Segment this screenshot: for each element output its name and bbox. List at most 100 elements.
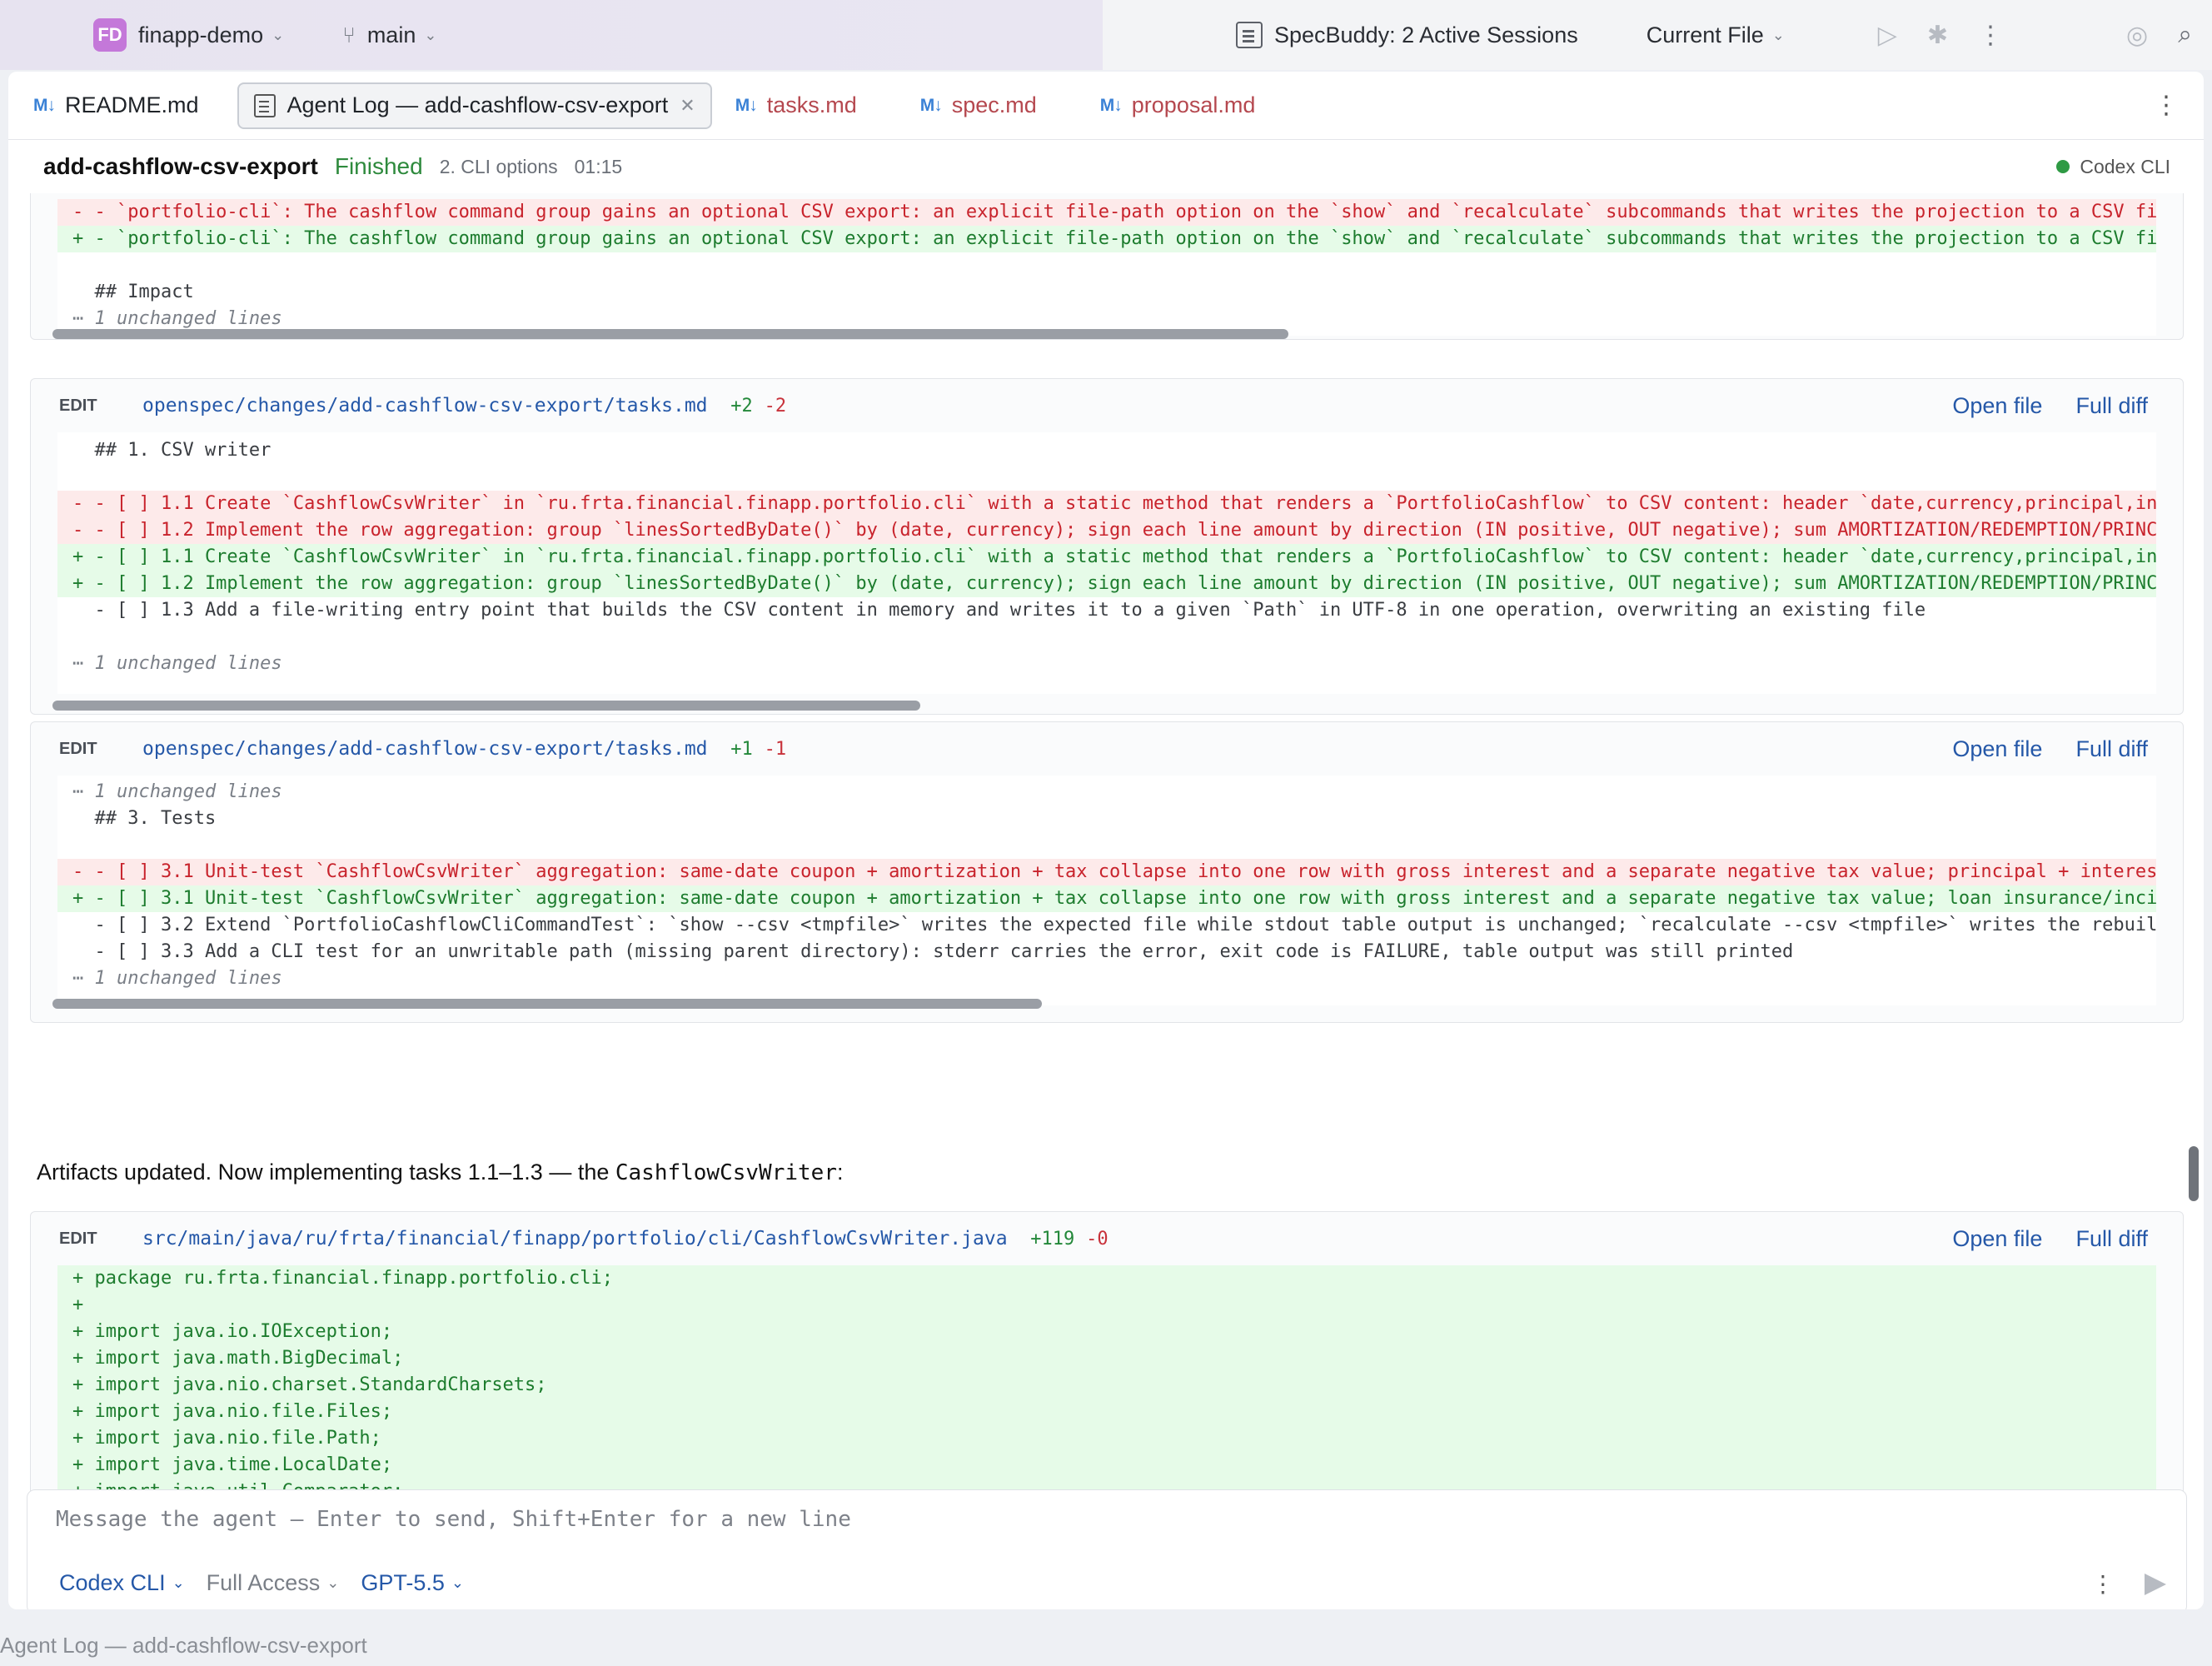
tab-tasks[interactable]: M↓ tasks.md <box>720 82 872 129</box>
chevron-down-icon: ⌄ <box>272 26 285 43</box>
horizontal-scrollbar[interactable] <box>52 329 1288 339</box>
file-path-link[interactable]: openspec/changes/add-cashflow-csv-export… <box>142 395 786 416</box>
agent-log-scroll[interactable]: - - `portfolio-cli`: The cashflow comman… <box>8 193 2204 1558</box>
unchanged-lines-fold[interactable]: ⋯ 1 unchanged lines <box>57 651 2156 677</box>
full-diff-button[interactable]: Full diff <box>2075 1226 2148 1252</box>
run-status: Finished <box>334 153 423 179</box>
tab-readme[interactable]: M↓ README.md <box>18 82 214 129</box>
diff-card-header: EDIT src/main/java/ru/frta/financial/fin… <box>31 1212 2183 1265</box>
open-file-button[interactable]: Open file <box>1952 736 2042 762</box>
open-file-button[interactable]: Open file <box>1952 393 2042 419</box>
message-text: Artifacts updated. Now implementing task… <box>37 1160 615 1185</box>
send-icon[interactable] <box>2145 1573 2166 1595</box>
diff-card-header: EDIT openspec/changes/add-cashflow-csv-e… <box>31 379 2183 432</box>
editor-panel: M↓ README.md Agent Log — add-cashflow-cs… <box>8 72 2204 1609</box>
composer-actions: ⋮ <box>2091 1570 2166 1598</box>
agent-select[interactable]: Codex CLI ⌄ <box>59 1570 185 1596</box>
agent-name: Codex CLI <box>2080 155 2170 177</box>
diff-line <box>57 624 2156 651</box>
run-icon[interactable]: ▷ <box>1878 21 1897 50</box>
run-elapsed: 01:15 <box>574 155 623 177</box>
chevron-down-icon: ⌄ <box>1771 26 1785 43</box>
removed-count: -0 <box>1086 1229 1108 1250</box>
title-bar: FD finapp-demo ⌄ ⑂ main ⌄ SpecBuddy: 2 A… <box>0 0 2212 70</box>
diff-line: + - `portfolio-cli`: The cashflow comman… <box>57 226 2156 252</box>
file-path-link[interactable]: src/main/java/ru/frta/financial/finapp/p… <box>142 1228 1108 1250</box>
run-config-select[interactable]: Current File <box>1647 22 1764 48</box>
tab-label: Agent Log — add-cashflow-csv-export <box>286 92 669 117</box>
open-file-button[interactable]: Open file <box>1952 1226 2042 1252</box>
tabs-more-icon[interactable]: ⋮ <box>2154 91 2179 120</box>
ai-assistant-icon[interactable]: ◎ <box>2126 21 2148 50</box>
tab-spec[interactable]: M↓ spec.md <box>905 82 1052 129</box>
tab-label: proposal.md <box>1131 92 1256 117</box>
debug-icon[interactable]: ✱ <box>1927 21 1948 50</box>
full-diff-button[interactable]: Full diff <box>2075 393 2148 419</box>
project-badge: FD <box>93 18 127 52</box>
access-select[interactable]: Full Access ⌄ <box>207 1570 340 1596</box>
tab-agent-log[interactable]: Agent Log — add-cashflow-csv-export ✕ <box>237 82 712 129</box>
diff-line: ## Impact <box>72 282 194 302</box>
search-icon[interactable]: ⌕ <box>2178 21 2192 49</box>
removed-count: -2 <box>764 396 787 416</box>
unchanged-lines-fold[interactable]: ⋯ 1 unchanged lines <box>57 779 2156 806</box>
composer-options: Codex CLI ⌄ Full Access ⌄ GPT-5.5 ⌄ <box>59 1570 464 1596</box>
close-icon[interactable]: ✕ <box>680 95 695 117</box>
edit-tag: EDIT <box>59 396 97 415</box>
diff-line: + <box>57 1292 2156 1319</box>
unchanged-lines-fold[interactable]: ⋯ 1 unchanged lines <box>57 965 2156 992</box>
file-path: openspec/changes/add-cashflow-csv-export… <box>142 738 708 760</box>
status-dot-icon <box>2056 160 2070 173</box>
document-icon <box>253 93 276 117</box>
horizontal-scrollbar[interactable] <box>52 701 920 711</box>
diff-line: - - [ ] 3.1 Unit-test `CashflowCsvWriter… <box>57 859 2156 885</box>
card-actions: Open file Full diff <box>1952 1226 2148 1252</box>
edit-tag: EDIT <box>59 1229 97 1248</box>
horizontal-scrollbar[interactable] <box>52 999 1042 1009</box>
branch-name[interactable]: main <box>367 22 416 48</box>
tab-label: tasks.md <box>766 92 857 117</box>
more-icon[interactable]: ⋮ <box>1978 21 2003 50</box>
edit-tag: EDIT <box>59 739 97 758</box>
project-switcher[interactable]: FD finapp-demo ⌄ ⑂ main ⌄ <box>93 0 436 70</box>
run-name: add-cashflow-csv-export <box>43 153 318 179</box>
markdown-icon: M↓ <box>735 95 758 115</box>
file-path-link[interactable]: openspec/changes/add-cashflow-csv-export… <box>142 738 786 760</box>
agent-message: Artifacts updated. Now implementing task… <box>37 1160 843 1185</box>
diff-line: + - [ ] 3.1 Unit-test `CashflowCsvWriter… <box>57 885 2156 912</box>
model-select[interactable]: GPT-5.5 ⌄ <box>361 1570 464 1596</box>
added-count: +119 <box>1030 1229 1075 1250</box>
model-select-label: GPT-5.5 <box>361 1570 445 1595</box>
more-icon[interactable]: ⋮ <box>2091 1570 2115 1598</box>
diff-line: + import java.nio.charset.StandardCharse… <box>57 1372 2156 1399</box>
status-text: Agent Log — add-cashflow-csv-export <box>0 1632 367 1658</box>
diff-line <box>57 252 2156 279</box>
message-input[interactable] <box>56 1507 2055 1532</box>
run-header: add-cashflow-csv-export Finished 2. CLI … <box>8 140 2204 193</box>
diff-line: - [ ] 3.2 Extend `PortfolioCashflowCliCo… <box>72 915 2156 935</box>
status-bar: Agent Log — add-cashflow-csv-export <box>0 1624 2212 1666</box>
tab-label: spec.md <box>951 92 1037 117</box>
tab-proposal[interactable]: M↓ proposal.md <box>1085 82 1271 129</box>
diff-line: + import java.math.BigDecimal; <box>57 1345 2156 1372</box>
added-count: +2 <box>730 396 753 416</box>
diff-card-tasks-1: EDIT openspec/changes/add-cashflow-csv-e… <box>30 378 2184 715</box>
diff-line: + import java.nio.file.Files; <box>57 1399 2156 1425</box>
diff-code: ## 1. CSV writer - - [ ] 1.1 Create `Cash… <box>57 432 2156 694</box>
full-diff-button[interactable]: Full diff <box>2075 736 2148 762</box>
diff-code: ⋯ 1 unchanged lines ## 3. Tests - - [ ] 3… <box>57 776 2156 1005</box>
agent-select-label: Codex CLI <box>59 1570 166 1595</box>
card-actions: Open file Full diff <box>1952 393 2148 419</box>
diff-line <box>57 464 2156 491</box>
chevron-down-icon: ⌄ <box>451 1574 464 1591</box>
diff-line: ## 1. CSV writer <box>72 440 272 461</box>
markdown-icon: M↓ <box>33 95 56 115</box>
sessions-label: SpecBuddy: 2 Active Sessions <box>1274 22 1578 47</box>
diff-line: + import java.time.LocalDate; <box>57 1452 2156 1479</box>
diff-line <box>57 832 2156 859</box>
file-path: src/main/java/ru/frta/financial/finapp/p… <box>142 1228 1008 1250</box>
vertical-scrollbar[interactable] <box>2189 1146 2199 1201</box>
diff-card-proposal: - - `portfolio-cli`: The cashflow comman… <box>30 193 2184 340</box>
toolbar-actions: ▷ ✱ ⋮ ◎ ⌕ <box>1863 0 2212 70</box>
sessions-widget[interactable]: SpecBuddy: 2 Active Sessions Current Fil… <box>1236 0 1785 70</box>
